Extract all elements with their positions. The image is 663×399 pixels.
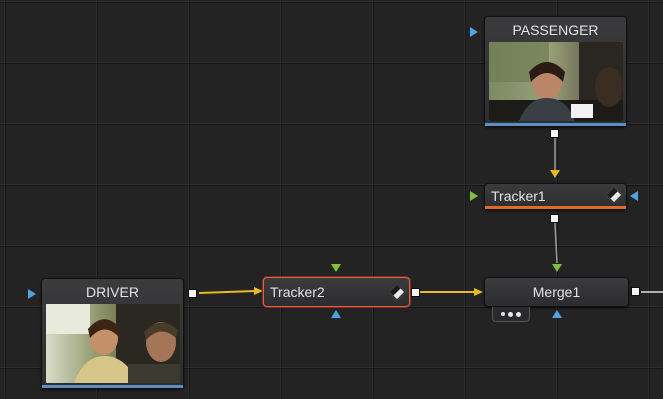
passenger-node-label: PASSENGER (512, 22, 599, 38)
passenger-thumbnail (489, 42, 623, 121)
more-dots-icon[interactable] (492, 307, 530, 322)
merge1-node[interactable]: Merge1 (484, 277, 629, 307)
passenger-node[interactable]: PASSENGER (484, 16, 627, 127)
more-dot (516, 311, 521, 317)
driver-underline (42, 385, 183, 388)
more-dot (501, 312, 505, 316)
tracker1-output-square-icon[interactable] (550, 214, 559, 223)
wire-arrow-merge1-input (474, 288, 483, 296)
wire-driver-tracker2 (198, 290, 257, 294)
tracker1-mask-input-icon[interactable] (630, 191, 638, 201)
tracker2-foreground-input-icon[interactable] (331, 264, 341, 272)
driver-node-label: DRIVER (86, 284, 139, 300)
tracker2-node-label: Tracker2 (270, 284, 325, 300)
tracker1-foreground-input-icon[interactable] (470, 191, 478, 201)
wire-tracker1-merge1 (554, 222, 558, 264)
tracker1-underline (485, 206, 626, 209)
wire-arrow-tracker1-input (550, 170, 560, 178)
passenger-thumbnail-image (489, 42, 623, 121)
merge1-foreground-input-icon[interactable] (552, 264, 562, 272)
driver-thumbnail (46, 304, 180, 383)
driver-input-triangle-icon[interactable] (28, 289, 36, 299)
passenger-input-triangle-icon[interactable] (470, 27, 478, 37)
driver-thumbnail-image (46, 304, 180, 383)
merge1-node-label: Merge1 (532, 284, 581, 300)
passenger-output-square-icon[interactable] (550, 129, 559, 138)
tracker2-node[interactable]: Tracker2 (263, 277, 410, 307)
passenger-underline (485, 123, 626, 126)
driver-node[interactable]: DRIVER (41, 278, 184, 389)
tracker1-node[interactable]: Tracker1 (484, 183, 627, 210)
tracker1-node-label: Tracker1 (491, 188, 546, 204)
tracker2-output-square-icon[interactable] (411, 288, 420, 297)
merge1-mask-input-icon[interactable] (552, 310, 562, 318)
more-dot (508, 311, 513, 317)
tracker2-mask-input-icon[interactable] (331, 310, 341, 318)
driver-output-square-icon[interactable] (188, 289, 197, 298)
merge1-output-square-icon[interactable] (631, 287, 640, 296)
wire-arrow-tracker2-input (254, 287, 263, 295)
